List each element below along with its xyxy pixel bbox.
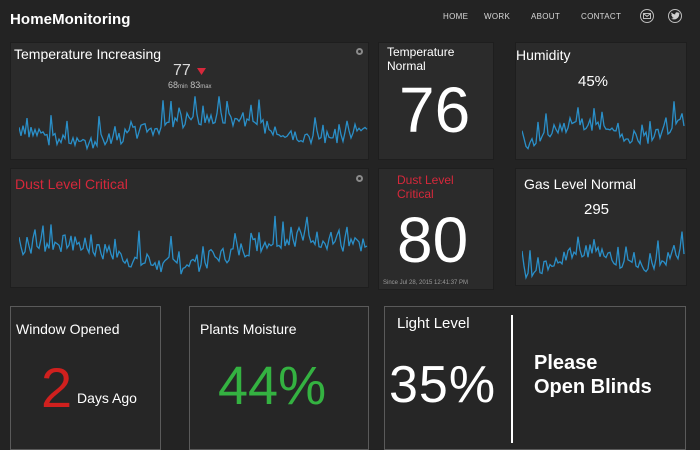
dust-chart-title: Dust Level Critical	[15, 176, 128, 192]
humidity-title: Humidity	[516, 47, 571, 63]
sparkline-path	[19, 96, 368, 151]
temperature-sparkline	[19, 96, 368, 151]
temperature-chart-panel: Temperature Increasing 77 68min 83max	[10, 42, 369, 160]
plants-panel: Plants Moisture 44%	[189, 306, 369, 450]
humidity-panel: Humidity 45%	[515, 42, 687, 160]
sparkline-path	[522, 101, 685, 150]
gas-title: Gas Level Normal	[524, 176, 637, 192]
humidity-value: 45%	[578, 73, 609, 90]
dust-chart-panel: Dust Level Critical	[10, 168, 369, 288]
light-message-line2: Open Blinds	[534, 376, 652, 398]
dust-value-panel: Dust Level Critical 80 Since Jul 28, 201…	[378, 168, 494, 290]
dust-sparkline	[19, 215, 368, 275]
gas-panel: Gas Level Normal 295	[515, 168, 687, 286]
light-value: 35%	[389, 356, 497, 414]
plants-moisture-value: 44%	[218, 356, 327, 416]
twitter-icon[interactable]	[668, 9, 682, 23]
window-days-number: 2	[41, 356, 73, 419]
dust-value: 80	[397, 204, 469, 276]
temperature-value-title: Temperature Normal	[387, 45, 455, 73]
down-arrow-icon	[197, 68, 206, 75]
email-icon[interactable]	[640, 9, 654, 23]
temperature-current: 77	[173, 62, 191, 79]
window-days-suffix: Days Ago	[77, 390, 137, 406]
window-panel: Window Opened 2 Days Ago	[10, 306, 161, 450]
gas-sparkline	[522, 231, 685, 280]
nav-about[interactable]: ABOUT	[531, 12, 560, 21]
nav-home[interactable]: HOME	[443, 12, 468, 21]
light-message: Please Open Blinds	[534, 351, 652, 399]
gas-value: 295	[584, 201, 610, 218]
settings-icon[interactable]	[356, 175, 363, 182]
window-title: Window Opened	[16, 321, 120, 337]
temperature-chart-title: Temperature Increasing	[14, 46, 162, 62]
light-panel: Light Level 35% Please Open Blinds	[384, 306, 686, 450]
light-message-line1: Please	[534, 352, 598, 374]
nav-work[interactable]: WORK	[484, 12, 510, 21]
humidity-sparkline	[522, 101, 685, 150]
nav-contact[interactable]: CONTACT	[581, 12, 621, 21]
sparkline-path	[522, 231, 685, 280]
dust-value-title: Dust Level Critical	[397, 173, 454, 201]
dust-since-timestamp: Since Jul 28, 2015 12:41:37 PM	[383, 280, 469, 286]
sparkline-path	[19, 215, 368, 275]
temperature-value: 76	[399, 74, 471, 146]
temperature-value-panel: Temperature Normal 76	[378, 42, 494, 160]
plants-title: Plants Moisture	[200, 321, 297, 337]
light-title: Light Level	[397, 315, 470, 332]
settings-icon[interactable]	[356, 48, 363, 55]
light-divider	[511, 315, 513, 443]
brand-title[interactable]: HomeMonitoring	[10, 11, 131, 28]
